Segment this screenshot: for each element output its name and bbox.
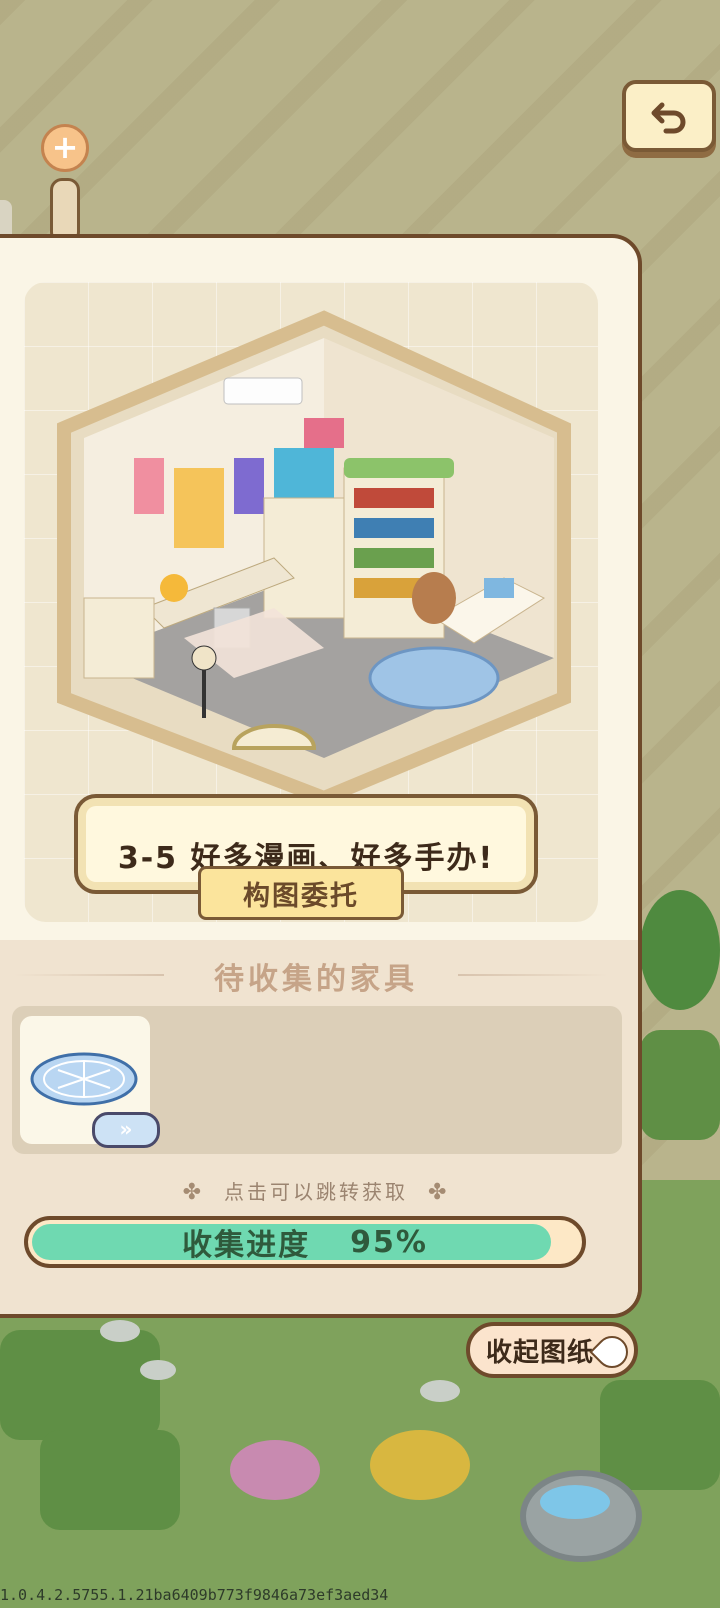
progress-value: 95% bbox=[350, 1224, 428, 1260]
room-illustration bbox=[57, 310, 571, 798]
collection-title: 待收集的家具 bbox=[214, 962, 418, 997]
collection-progress-bar: 收集进度 95% bbox=[24, 1216, 586, 1268]
progress-label-row: 收集进度 95% bbox=[28, 1220, 582, 1264]
jump-hint: 点击可以跳转获取 bbox=[224, 1180, 408, 1204]
clover-icon: ✤ bbox=[182, 1180, 204, 1205]
version-string: 1.0.4.2.5755.1.21ba6409b773f9846a73ef3ae… bbox=[0, 1586, 389, 1604]
pin-icon bbox=[589, 1329, 635, 1375]
furniture-collection-section: 待收集的家具 » ✤ 点击可以跳转获取 ✤ 收集进度 95% bbox=[0, 940, 638, 1314]
jump-to-source-button[interactable]: » bbox=[92, 1112, 160, 1148]
zoom-in-button[interactable]: + bbox=[41, 124, 89, 172]
blue-round-rug-icon bbox=[30, 1052, 138, 1106]
collapse-blueprint-button[interactable]: 收起图纸 bbox=[466, 1322, 638, 1378]
furniture-item-card[interactable]: » bbox=[20, 1016, 160, 1148]
collapse-label: 收起图纸 bbox=[486, 1337, 595, 1368]
undo-arrow-icon bbox=[651, 102, 686, 134]
progress-label: 收集进度 bbox=[182, 1228, 311, 1263]
plus-icon: + bbox=[51, 128, 79, 166]
double-chevron-right-icon: » bbox=[119, 1117, 133, 1141]
commission-tag: 构图委托 bbox=[198, 866, 404, 920]
hint-text-row: ✤ 点击可以跳转获取 ✤ bbox=[0, 1176, 638, 1205]
blueprint-panel: 3-5 好多漫画、好多手办! 构图委托 待收集的家具 » ✤ 点击可以跳转获取 ✤ bbox=[0, 234, 642, 1318]
clover-icon: ✤ bbox=[428, 1180, 450, 1205]
back-button[interactable] bbox=[622, 80, 716, 152]
furniture-list: » bbox=[12, 1006, 622, 1154]
